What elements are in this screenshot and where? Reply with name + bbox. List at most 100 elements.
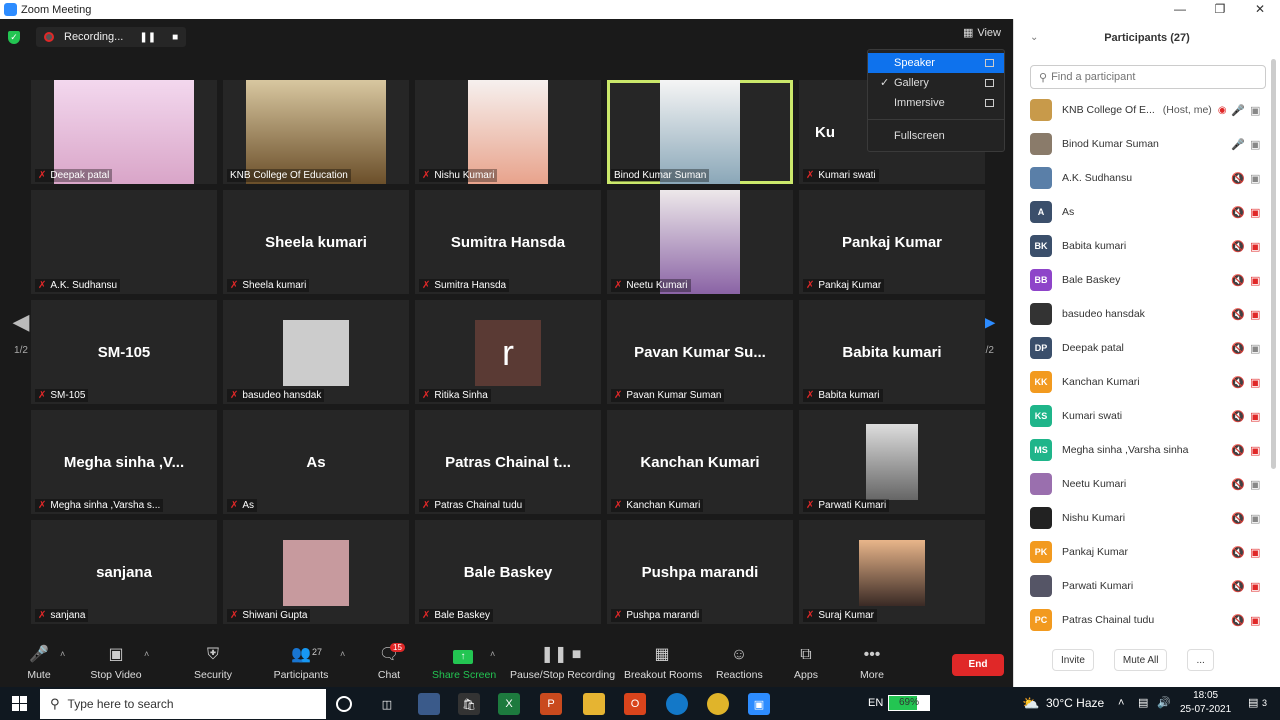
video-off-icon[interactable]: ▣: [1250, 410, 1260, 423]
mic-muted-icon[interactable]: 🔇: [1231, 274, 1245, 287]
end-meeting-button[interactable]: End: [952, 654, 1004, 676]
chevron-up-icon[interactable]: ˄: [144, 649, 149, 659]
video-tile[interactable]: Sheela kumari ✗ Sheela kumari: [223, 190, 409, 294]
view-menu-fullscreen[interactable]: Fullscreen: [868, 126, 1004, 146]
battery-indicator[interactable]: 69%: [888, 695, 930, 711]
close-icon[interactable]: ✕: [1240, 0, 1280, 19]
participant-row[interactable]: BB Bale Baskey 🔇 ▣: [1014, 263, 1269, 297]
microphone-icon[interactable]: 🎤: [1231, 138, 1245, 151]
video-tile[interactable]: Sumitra Hansda ✗ Sumitra Hansda: [415, 190, 601, 294]
taskbar-search-box[interactable]: ⚲ Type here to search: [40, 689, 326, 719]
app-icon-1[interactable]: [418, 693, 440, 715]
video-off-icon[interactable]: ▣: [1250, 206, 1260, 219]
participant-row[interactable]: MS Megha sinha ,Varsha sinha 🔇 ▣: [1014, 433, 1269, 467]
video-tile[interactable]: ✗ Parwati Kumari: [799, 410, 985, 514]
file-explorer-icon[interactable]: [583, 693, 605, 715]
notification-icon[interactable]: ▤: [1248, 687, 1258, 720]
mic-muted-icon[interactable]: 🔇: [1231, 376, 1245, 389]
chevron-up-icon[interactable]: ˄: [1118, 687, 1124, 720]
participant-row[interactable]: Nishu Kumari 🔇 ▣: [1014, 501, 1269, 535]
mute-all-button[interactable]: Mute All: [1113, 649, 1168, 671]
video-tile[interactable]: Megha sinha ,V... ✗ Megha sinha ,Varsha s…: [31, 410, 217, 514]
video-tile[interactable]: Kanchan Kumari ✗ Kanchan Kumari: [607, 410, 793, 514]
video-off-icon[interactable]: ▣: [1250, 580, 1260, 593]
view-button[interactable]: ▦ View: [963, 26, 1001, 40]
mic-muted-icon[interactable]: 🔇: [1231, 308, 1245, 321]
video-tile[interactable]: ✗ basudeo hansdak: [223, 300, 409, 404]
mic-muted-icon[interactable]: 🔇: [1231, 410, 1245, 423]
video-off-icon[interactable]: ▣: [1250, 376, 1260, 389]
video-camera-icon[interactable]: ▣: [1250, 172, 1260, 185]
network-icon[interactable]: ▤: [1138, 687, 1148, 720]
participant-row[interactable]: PC Patras Chainal tudu 🔇 ▣: [1014, 603, 1269, 637]
video-tile[interactable]: Bale Baskey ✗ Bale Baskey: [415, 520, 601, 624]
store-icon[interactable]: 🛍: [458, 693, 480, 715]
find-participant-input[interactable]: [1051, 71, 1252, 83]
mic-muted-icon[interactable]: 🔇: [1231, 546, 1245, 559]
windows-start-icon[interactable]: [12, 696, 27, 711]
video-camera-icon[interactable]: ▣: [1250, 512, 1260, 525]
video-camera-icon[interactable]: ▣: [1250, 104, 1260, 117]
view-menu-immersive[interactable]: Immersive: [868, 93, 1004, 113]
video-tile[interactable]: As ✗ As: [223, 410, 409, 514]
video-camera-icon[interactable]: ▣: [1250, 138, 1260, 151]
participant-row[interactable]: Neetu Kumari 🔇 ▣: [1014, 467, 1269, 501]
maximize-icon[interactable]: ❐: [1200, 0, 1240, 19]
chrome-icon[interactable]: [707, 693, 729, 715]
breakout-rooms-button[interactable]: ▦ Breakout Rooms: [624, 645, 702, 681]
apps-button[interactable]: ⧉ Apps: [792, 645, 820, 681]
video-tile[interactable]: ✗ Neetu Kumari: [607, 190, 793, 294]
more-options-button[interactable]: ...: [1187, 649, 1214, 671]
video-camera-icon[interactable]: ▣: [1250, 478, 1260, 491]
mic-muted-icon[interactable]: 🔇: [1231, 240, 1245, 253]
mic-muted-icon[interactable]: 🔇: [1231, 342, 1245, 355]
powerpoint-icon[interactable]: P: [540, 693, 562, 715]
video-tile[interactable]: sanjana ✗ sanjana: [31, 520, 217, 624]
video-camera-icon[interactable]: ▣: [1250, 342, 1260, 355]
mic-muted-icon[interactable]: 🔇: [1231, 478, 1245, 491]
video-tile[interactable]: ✗ Nishu Kumari: [415, 80, 601, 184]
more-button[interactable]: ••• More: [858, 645, 886, 681]
video-tile-active-speaker[interactable]: Binod Kumar Suman: [607, 80, 793, 184]
zoom-taskbar-icon[interactable]: ▣: [748, 693, 770, 715]
taskbar-clock[interactable]: 18:05 25-07-2021: [1180, 689, 1231, 717]
chevron-up-icon[interactable]: ˄: [490, 649, 495, 659]
view-menu-speaker[interactable]: Speaker: [868, 53, 1004, 73]
participant-row[interactable]: KNB College Of E... (Host, me) ◉ 🎤 ▣: [1014, 93, 1269, 127]
microphone-icon[interactable]: 🎤: [1231, 104, 1245, 117]
weather-text[interactable]: 30°C Haze: [1046, 687, 1104, 720]
office-icon[interactable]: O: [624, 693, 646, 715]
video-tile[interactable]: ✗ Shiwani Gupta: [223, 520, 409, 624]
panel-scrollbar[interactable]: [1271, 59, 1276, 469]
cortana-icon[interactable]: [336, 696, 352, 712]
pause-stop-recording-button[interactable]: ❚❚ ■ Pause/Stop Recording: [510, 645, 615, 681]
language-indicator[interactable]: EN: [868, 687, 883, 720]
participants-button[interactable]: 👥 27 Participants ˄: [272, 645, 346, 681]
chat-button[interactable]: 🗨 15 Chat: [374, 643, 405, 681]
chevron-down-icon[interactable]: ⌄: [1030, 19, 1038, 57]
participant-row[interactable]: BK Babita kumari 🔇 ▣: [1014, 229, 1269, 263]
video-tile[interactable]: r ✗ Ritika Sinha: [415, 300, 601, 404]
encryption-shield-icon[interactable]: ✓: [8, 30, 20, 44]
mic-muted-icon[interactable]: 🔇: [1231, 206, 1245, 219]
chevron-up-icon[interactable]: ˄: [60, 649, 65, 659]
video-tile[interactable]: KNB College Of Education: [223, 80, 409, 184]
participant-row[interactable]: A.K. Sudhansu 🔇 ▣: [1014, 161, 1269, 195]
participant-row[interactable]: KK Kanchan Kumari 🔇 ▣: [1014, 365, 1269, 399]
find-participant-field[interactable]: ⚲: [1030, 65, 1266, 89]
pause-recording-icon[interactable]: ❚❚: [139, 32, 156, 43]
mic-muted-icon[interactable]: 🔇: [1231, 172, 1245, 185]
video-off-icon[interactable]: ▣: [1250, 274, 1260, 287]
video-off-icon[interactable]: ▣: [1250, 444, 1260, 457]
invite-button[interactable]: Invite: [1052, 649, 1094, 671]
edge-icon[interactable]: [666, 693, 688, 715]
mic-muted-icon[interactable]: 🔇: [1231, 614, 1245, 627]
mic-muted-icon[interactable]: 🔇: [1231, 512, 1245, 525]
video-tile[interactable]: ✗ Suraj Kumar: [799, 520, 985, 624]
speaker-icon[interactable]: 🔊: [1157, 687, 1171, 720]
stop-recording-icon[interactable]: ■: [172, 32, 178, 43]
video-tile[interactable]: Pavan Kumar Su... ✗ Pavan Kumar Suman: [607, 300, 793, 404]
mic-muted-icon[interactable]: 🔇: [1231, 580, 1245, 593]
share-screen-button[interactable]: ↑ Share Screen ˄: [432, 645, 496, 681]
video-off-icon[interactable]: ▣: [1250, 546, 1260, 559]
